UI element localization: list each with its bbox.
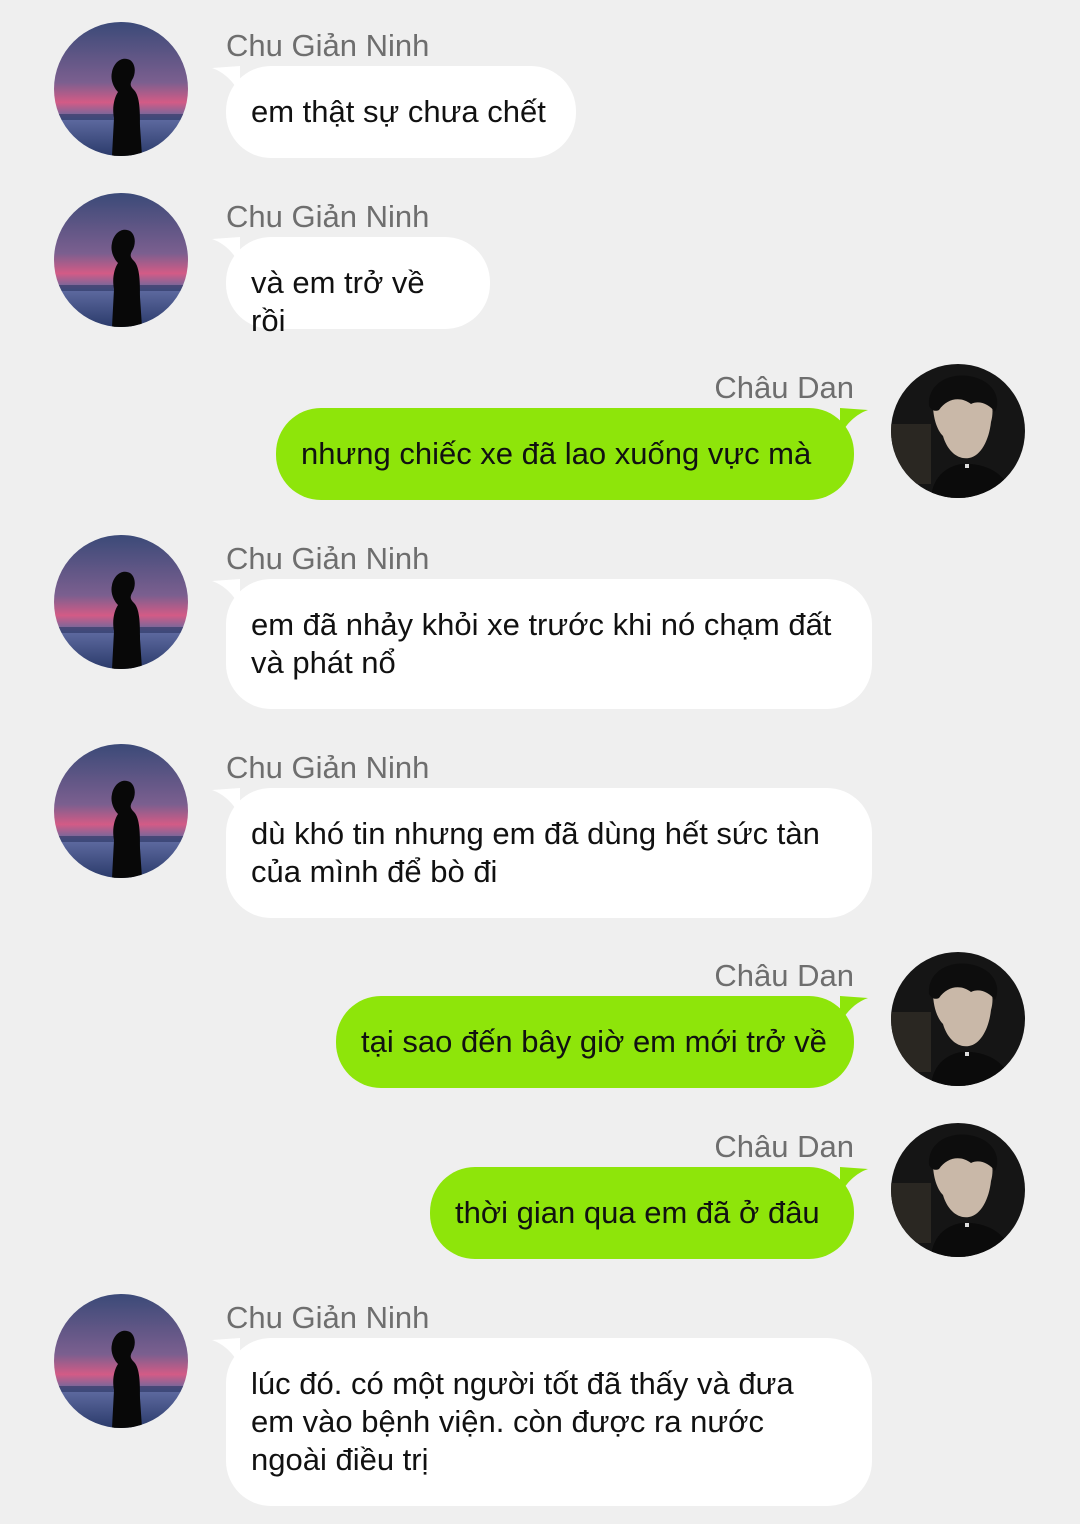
message-text: lúc đó. có một người tốt đã thấy và đưa … — [251, 1366, 794, 1477]
message-bubble[interactable]: em thật sự chưa chết — [212, 66, 576, 158]
dark-portrait-avatar-icon — [891, 952, 1025, 1086]
bubble-tail — [840, 1167, 868, 1195]
silhouette-sunset-avatar-icon — [54, 744, 188, 878]
silhouette-sunset-avatar-icon — [54, 535, 188, 669]
sender-name: Châu Dan — [714, 958, 854, 993]
message-bubble[interactable]: tại sao đến bây giờ em mới trở về — [336, 996, 868, 1088]
sender-avatar[interactable] — [54, 22, 188, 156]
sender-avatar[interactable] — [891, 1123, 1025, 1257]
bubble-tail — [212, 66, 240, 94]
message-text: dù khó tin nhưng em đã dùng hết sức tàn … — [251, 816, 820, 889]
sender-name: Châu Dan — [714, 1129, 854, 1164]
bubble-tail — [840, 996, 868, 1024]
silhouette-sunset-avatar-icon — [54, 193, 188, 327]
message-text: tại sao đến bây giờ em mới trở về — [361, 1024, 827, 1059]
sender-avatar[interactable] — [54, 535, 188, 669]
message-text: thời gian qua em đã ở đâu — [455, 1195, 820, 1230]
sender-avatar[interactable] — [54, 1294, 188, 1428]
sender-name: Chu Giản Ninh — [226, 199, 430, 234]
message-text: em thật sự chưa chết — [251, 94, 546, 129]
dark-portrait-avatar-icon — [891, 364, 1025, 498]
message-bubble[interactable]: và em trở về rồi — [212, 237, 490, 338]
silhouette-sunset-avatar-icon — [54, 1294, 188, 1428]
sender-name: Chu Giản Ninh — [226, 28, 430, 63]
sender-avatar[interactable] — [891, 364, 1025, 498]
sender-avatar[interactable] — [891, 952, 1025, 1086]
message-bubble[interactable]: thời gian qua em đã ở đâu — [430, 1167, 868, 1259]
sender-name: Châu Dan — [714, 370, 854, 405]
bubble-tail — [212, 788, 240, 816]
message-bubble[interactable]: dù khó tin nhưng em đã dùng hết sức tàn … — [212, 788, 872, 918]
sender-name: Chu Giản Ninh — [226, 541, 430, 576]
sender-avatar[interactable] — [54, 744, 188, 878]
message-text: nhưng chiếc xe đã lao xuống vực mà — [301, 436, 812, 471]
sender-avatar[interactable] — [54, 193, 188, 327]
message-text: em đã nhảy khỏi xe trước khi nó chạm đất… — [251, 607, 832, 680]
message-text: và em trở về rồi — [251, 265, 425, 338]
message-bubble[interactable]: nhưng chiếc xe đã lao xuống vực mà — [276, 408, 868, 500]
bubble-tail — [212, 579, 240, 607]
message-bubble[interactable]: lúc đó. có một người tốt đã thấy và đưa … — [212, 1338, 872, 1506]
sender-name: Chu Giản Ninh — [226, 750, 430, 785]
sender-name: Chu Giản Ninh — [226, 1300, 430, 1335]
bubble-tail — [212, 237, 240, 265]
silhouette-sunset-avatar-icon — [54, 22, 188, 156]
message-bubble[interactable]: em đã nhảy khỏi xe trước khi nó chạm đất… — [212, 579, 872, 709]
bubble-tail — [212, 1338, 240, 1366]
dark-portrait-avatar-icon — [891, 1123, 1025, 1257]
bubble-tail — [840, 408, 868, 436]
